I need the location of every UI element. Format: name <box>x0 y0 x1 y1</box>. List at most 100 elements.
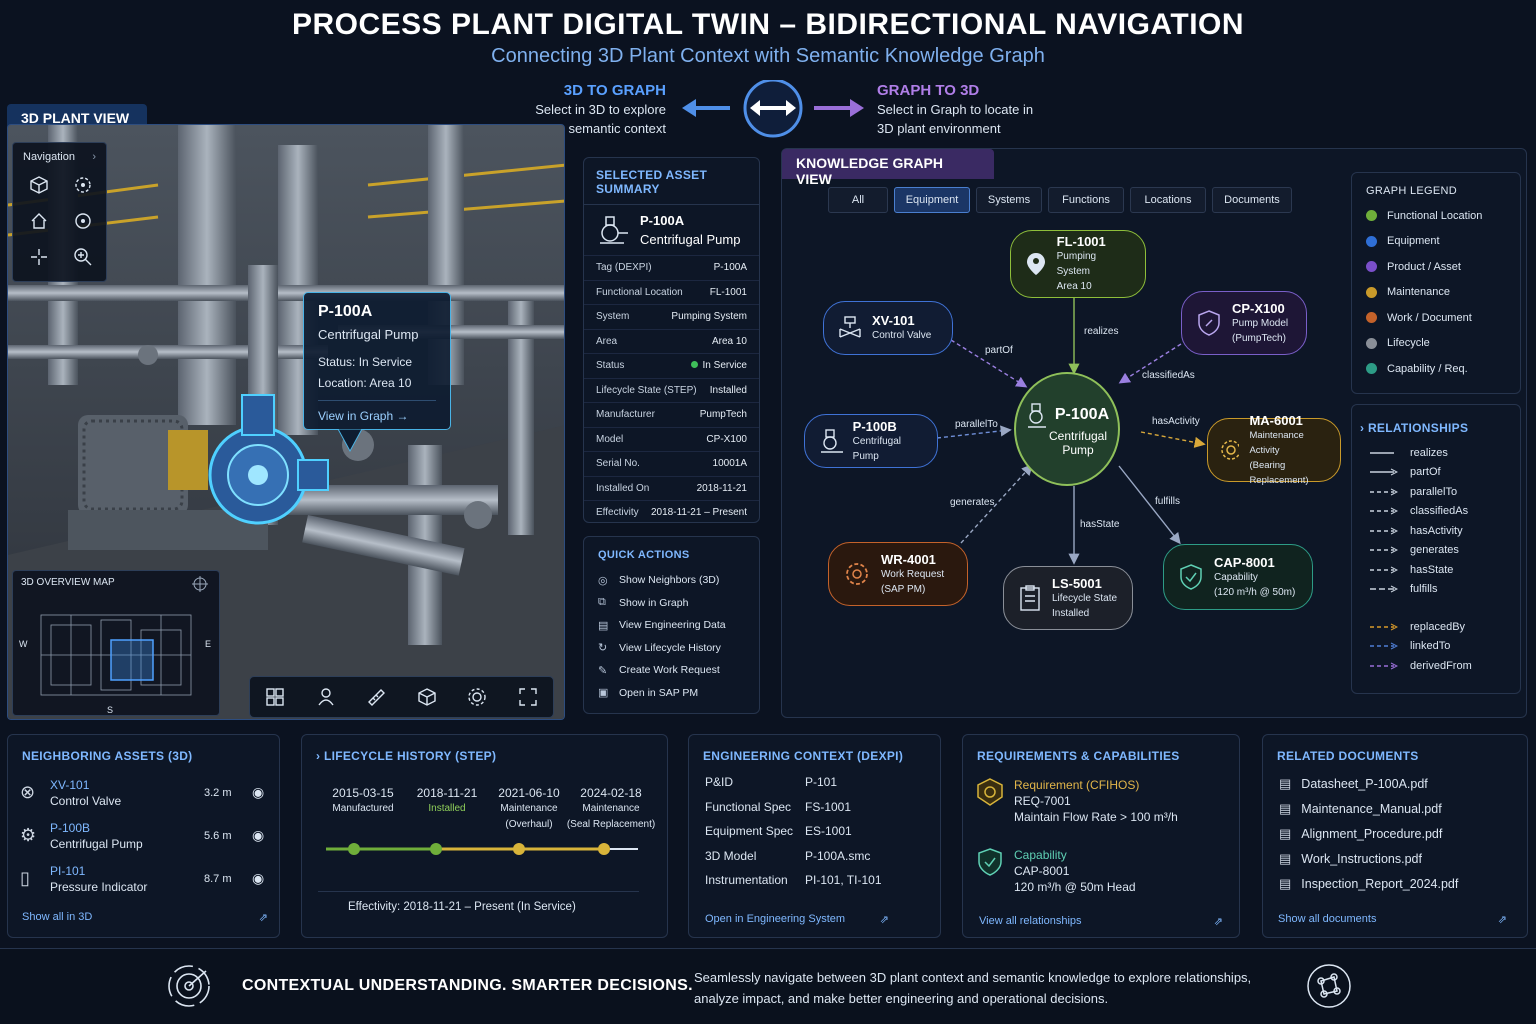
callout-location-label: Location: <box>318 376 367 390</box>
graph-node-wr4001[interactable]: WR-4001 Work Request (SAP PM) <box>828 542 968 606</box>
engineering-key: P&ID <box>705 775 734 789</box>
quick-action-2[interactable]: ⧉ Show in Graph <box>584 592 759 615</box>
overview-minimap[interactable]: 3D OVERVIEW MAP W E S <box>12 570 220 716</box>
neighbor-item[interactable]: ⊗ XV-101 Control Valve 3.2 m ◉ <box>20 771 270 814</box>
relationships-title[interactable]: › RELATIONSHIPS <box>1352 405 1520 443</box>
summary-row-value-text: In Service <box>702 360 747 372</box>
engineering-value[interactable]: P-101 <box>805 775 837 800</box>
relationships-title-text: RELATIONSHIPS <box>1367 421 1469 435</box>
timeline-point-manufactured[interactable] <box>348 843 360 855</box>
navigation-label[interactable]: Navigation › <box>13 143 106 171</box>
layout-grid-icon[interactable] <box>265 687 285 707</box>
relationship-line-icon <box>1370 566 1398 574</box>
graph-node-xv101[interactable]: XV-101 Control Valve <box>823 301 953 355</box>
document-icon: ▤ <box>1279 800 1292 816</box>
quick-action-5[interactable]: ✎ Create Work Request <box>584 659 759 682</box>
summary-title: SELECTED ASSET SUMMARY <box>584 158 759 205</box>
zoom-icon[interactable] <box>69 243 97 271</box>
view-in-graph-button[interactable]: View in Graph → <box>318 400 436 423</box>
orbit-icon[interactable] <box>69 171 97 199</box>
document-name: Maintenance_Manual.pdf <box>1301 801 1442 816</box>
box-model-icon[interactable] <box>417 687 437 707</box>
quick-action-1[interactable]: ◎ Show Neighbors (3D) <box>584 569 759 592</box>
document-item[interactable]: ▤ Maintenance_Manual.pdf <box>1279 796 1519 821</box>
target-icon <box>168 965 210 1007</box>
document-name: Alignment_Procedure.pdf <box>1301 826 1443 841</box>
eye-icon[interactable]: ◉ <box>252 827 270 844</box>
edge-label-classifiedas: classifiedAs <box>1142 370 1195 381</box>
callout-location-value: Area 10 <box>369 376 412 390</box>
engineering-value[interactable]: PI-101, TI-101 <box>805 873 882 898</box>
arrow-right-icon: → <box>396 409 409 423</box>
chevron-right-icon: › <box>1360 421 1368 435</box>
focus-target-icon[interactable] <box>69 207 97 235</box>
quick-action-4[interactable]: ↻ View Lifecycle History <box>584 637 759 660</box>
edge-parallelto[interactable] <box>936 425 1012 439</box>
open-engineering-system-link[interactable]: Open in Engineering System ⇗ <box>705 913 889 926</box>
quick-action-3[interactable]: ▤ View Engineering Data <box>584 614 759 637</box>
document-item[interactable]: ▤ Work_Instructions.pdf <box>1279 846 1519 871</box>
document-item[interactable]: ▤ Inspection_Report_2024.pdf <box>1279 871 1519 896</box>
neighbor-type: Pressure Indicator <box>50 879 148 894</box>
relationship-item: hasActivity <box>1352 521 1520 541</box>
eye-icon[interactable]: ◉ <box>252 784 270 801</box>
show-all-in-3d-link[interactable]: Show all in 3D ⇗ <box>22 911 272 924</box>
fullscreen-icon[interactable] <box>518 687 538 707</box>
neighbor-id: PI-101 <box>50 863 86 878</box>
node-pb-line1: Centrifugal Pump <box>852 435 902 462</box>
lifecycle-title-text: LIFECYCLE HISTORY (STEP) <box>323 749 497 763</box>
graph-node-ls5001[interactable]: LS-5001 Lifecycle State Installed <box>1003 566 1133 630</box>
relationship-line-icon <box>1370 507 1398 515</box>
summary-row-value: Installed <box>710 385 747 396</box>
graph-node-p100b[interactable]: P-100B Centrifugal Pump <box>804 414 938 468</box>
person-icon[interactable] <box>316 687 336 707</box>
summary-row: Installed On 2018-11-21 <box>584 475 759 501</box>
page-title: PROCESS PLANT DIGITAL TWIN – BIDIRECTION… <box>291 8 1245 41</box>
callout-asset-type: Centrifugal Pump <box>318 327 419 342</box>
gear-icon <box>846 563 868 585</box>
summary-row-key: Effectivity <box>596 507 639 519</box>
graph-node-fl1001[interactable]: FL-1001 Pumping System Area 10 <box>1010 230 1146 298</box>
location-pin-icon <box>1027 253 1045 275</box>
footer-line2: analyze impact, and make better engineer… <box>694 991 1109 1006</box>
relationship-label: realizes <box>1410 446 1448 459</box>
compass-icon[interactable] <box>191 575 209 593</box>
document-item[interactable]: ▤ Datasheet_P-100A.pdf <box>1279 771 1519 796</box>
neighbor-item[interactable]: ⚙ P-100B Centrifugal Pump 5.6 m ◉ <box>20 814 270 857</box>
pan-icon[interactable] <box>25 243 53 271</box>
neighbor-item[interactable]: ▯ PI-101 Pressure Indicator 8.7 m ◉ <box>20 857 270 900</box>
document-item[interactable]: ▤ Alignment_Procedure.pdf <box>1279 821 1519 846</box>
summary-row-value-text: 2018-11-21 <box>696 482 747 494</box>
gear-icon[interactable] <box>467 687 487 707</box>
nav-hint-right-title: GRAPH TO 3D <box>877 82 980 99</box>
engineering-key: Functional Spec <box>705 799 792 814</box>
quick-action-6[interactable]: ▣ Open in SAP PM <box>584 682 759 705</box>
view-all-relationships-text: View all relationships <box>979 915 1082 927</box>
timeline-point-overhaul[interactable] <box>513 843 525 855</box>
summary-row-value-text: 2018-11-21 – Present <box>651 507 747 519</box>
quick-action-label: View Engineering Data <box>619 619 726 632</box>
requirement-item[interactable]: Requirement (CFIHOS) REQ-7001 Maintain F… <box>1014 777 1178 825</box>
legend-item: Equipment <box>1352 229 1520 255</box>
engineering-value[interactable]: ES-1001 <box>805 824 852 849</box>
lifecycle-title[interactable]: › LIFECYCLE HISTORY (STEP) <box>316 749 496 763</box>
measure-ruler-icon[interactable] <box>366 687 386 707</box>
cube-view-icon[interactable] <box>25 171 53 199</box>
edge-hasactivity[interactable] <box>1140 431 1206 448</box>
timeline-point-installed[interactable] <box>430 843 442 855</box>
minimap-title: 3D OVERVIEW MAP <box>21 577 115 588</box>
graph-node-cpx100[interactable]: CP-X100 Pump Model (PumpTech) <box>1181 291 1307 355</box>
home-icon[interactable] <box>25 207 53 235</box>
engineering-value[interactable]: P-100A.smc <box>805 849 870 874</box>
graph-node-ma6001[interactable]: MA-6001 Maintenance Activity (Bearing Repl… <box>1207 413 1341 486</box>
graph-node-center-p100a[interactable]: P-100A Centrifugal Pump <box>1014 372 1120 486</box>
eye-icon[interactable]: ◉ <box>252 870 270 887</box>
show-all-documents-link[interactable]: Show all documents ⇗ <box>1278 913 1507 926</box>
view-all-relationships-link[interactable]: View all relationships ⇗ <box>979 915 1223 928</box>
graph-node-cap8001[interactable]: CAP-8001 Capability (120 m³/h @ 50m) <box>1163 544 1313 610</box>
timeline-point-seal-replacement[interactable] <box>598 843 610 855</box>
relationship-item: replacedBy <box>1352 617 1520 637</box>
engineering-value[interactable]: FS-1001 <box>805 800 851 825</box>
capability-item[interactable]: Capability CAP-8001 120 m³/h @ 50m Head <box>1014 847 1136 895</box>
neighbors-icon: ◎ <box>598 574 608 587</box>
